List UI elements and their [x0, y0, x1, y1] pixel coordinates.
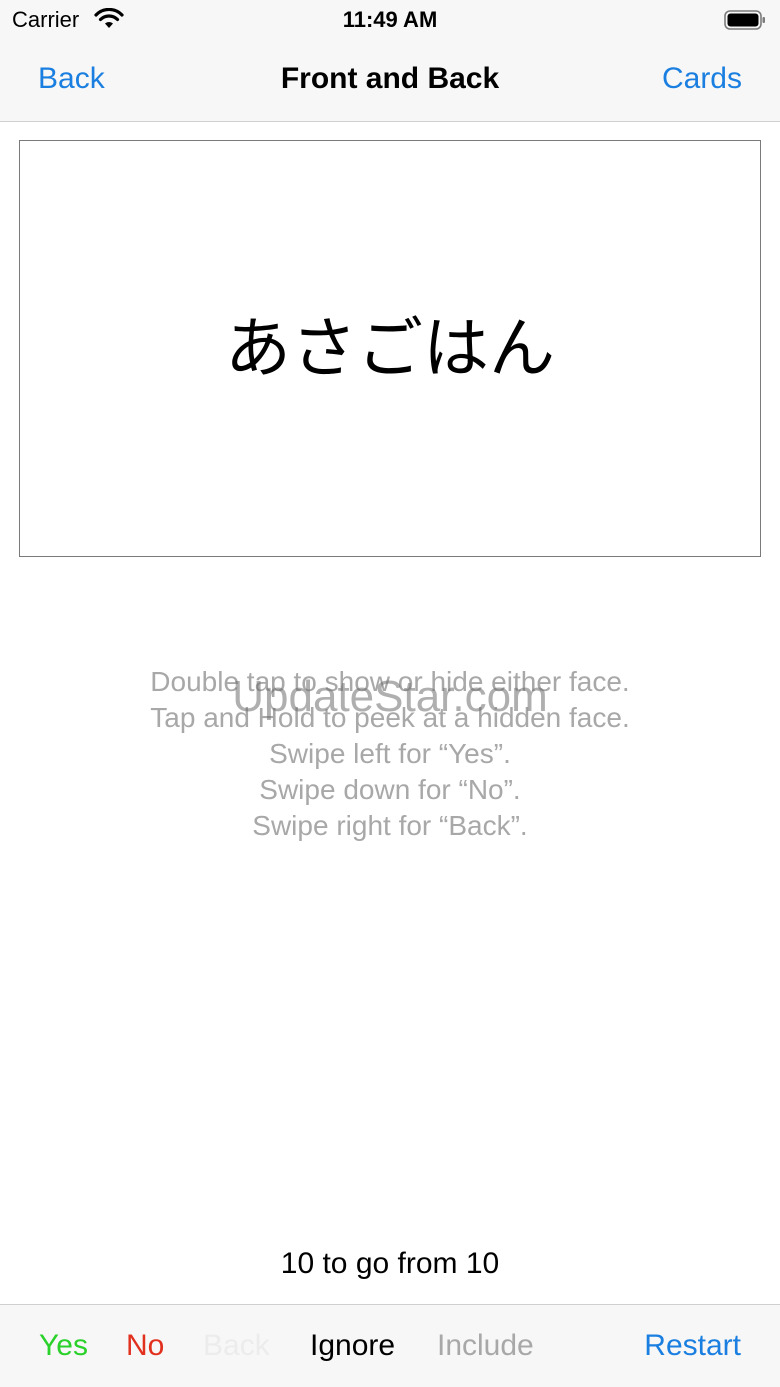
instruction-line: Swipe right for “Back”. — [252, 810, 528, 841]
flash-card[interactable]: あさごはん — [19, 140, 761, 557]
no-button[interactable]: No — [126, 1329, 164, 1363]
card-face-text: あさごはん — [225, 310, 555, 387]
status-time: 11:49 AM — [342, 7, 438, 32]
toolbar-back-button[interactable]: Back — [203, 1329, 270, 1363]
bottom-toolbar: Yes No Back Ignore Include Restart — [0, 1304, 780, 1387]
status-bar: Carrier 11:49 AM — [0, 0, 780, 40]
ignore-button[interactable]: Ignore — [310, 1329, 395, 1363]
watermark: UpdateStar.com — [232, 672, 548, 721]
cards-button[interactable]: Cards — [662, 62, 742, 96]
instruction-line: Swipe down for “No”. — [259, 774, 521, 805]
include-button[interactable]: Include — [437, 1329, 534, 1363]
navigation-bar: Back Front and Back Cards — [0, 40, 780, 122]
restart-button[interactable]: Restart — [644, 1329, 741, 1363]
yes-button[interactable]: Yes — [39, 1329, 88, 1363]
battery-icon — [724, 10, 766, 30]
instruction-line: Swipe left for “Yes”. — [269, 738, 511, 769]
progress-label: 10 to go from 10 — [280, 1247, 500, 1280]
